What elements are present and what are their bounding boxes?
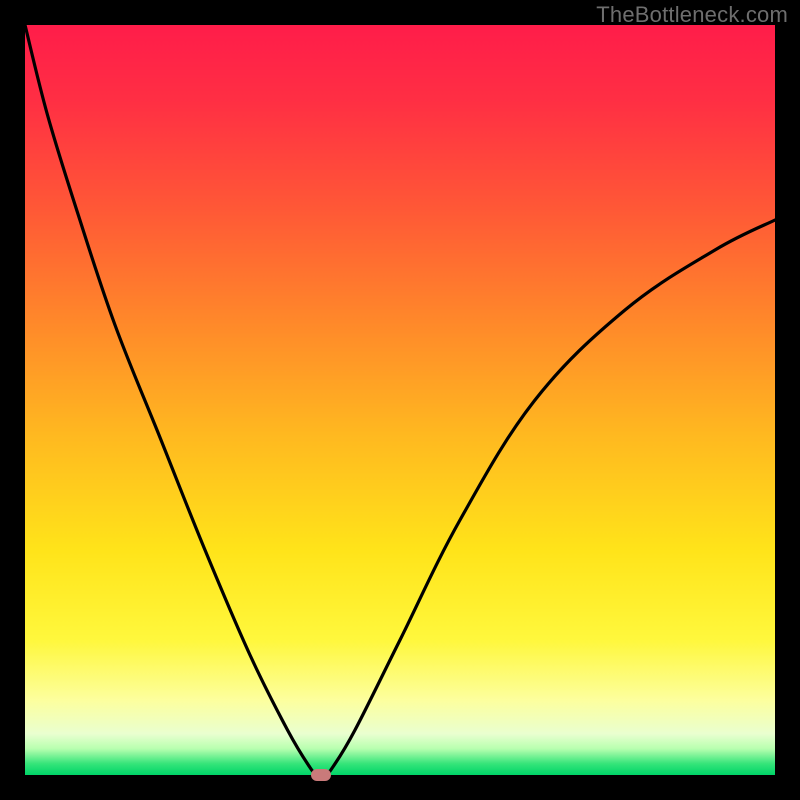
bottleneck-curve (25, 25, 775, 775)
watermark-text: TheBottleneck.com (596, 2, 788, 28)
optimal-marker (311, 769, 331, 781)
chart-frame (25, 25, 775, 775)
